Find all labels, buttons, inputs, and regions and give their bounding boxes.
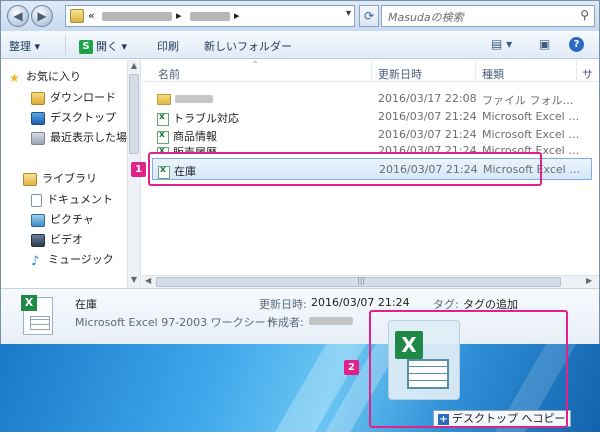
- forward-button[interactable]: ▶: [31, 5, 53, 27]
- command-bar: 整理 ▾ S 開く ▾ 印刷 新しいフォルダー ▤ ▾ ▣ ?: [1, 31, 599, 59]
- callout-badge-1: 1: [131, 162, 146, 177]
- sidebar-item-label: ピクチャ: [50, 213, 94, 226]
- file-name: トラブル対応: [173, 112, 239, 125]
- organize-button[interactable]: 整理 ▾: [9, 38, 40, 54]
- modified-date: 2016/03/07 21:24: [378, 110, 477, 123]
- path-separator-2[interactable]: ▸: [234, 9, 240, 22]
- path-segment-2[interactable]: [190, 9, 230, 22]
- sidebar-item-label: 最近表示した場所: [50, 131, 138, 144]
- address-bar-area: ◀ ▶ « ▸ ▸ ▾ ⟳ Masudaの検索 ⚲: [1, 1, 599, 31]
- folder-icon: [157, 93, 171, 105]
- address-field[interactable]: « ▸ ▸ ▾: [65, 5, 355, 27]
- sidebar-item-label: ミュージック: [48, 253, 114, 266]
- navigation-pane: ★ お気に入り ダウンロード デスクトップ 最近表示した場所 ライブラリ ドキュメ…: [1, 60, 141, 288]
- open-label: 開く ▾: [96, 40, 128, 53]
- scroll-up-icon[interactable]: ▲: [128, 61, 140, 70]
- excel-file-icon: [157, 112, 169, 126]
- sidebar-scroll-thumb[interactable]: [129, 74, 139, 154]
- scroll-right-icon[interactable]: ▶: [586, 276, 592, 285]
- back-arrow-icon: ◀: [13, 9, 23, 23]
- file-type: Microsoft Excel …: [482, 128, 580, 141]
- new-folder-button[interactable]: 新しいフォルダー: [204, 38, 292, 54]
- modified-label: 更新日時:: [259, 298, 307, 311]
- column-header-modified[interactable]: 更新日時: [378, 66, 422, 82]
- redacted-folder-name: [175, 95, 213, 103]
- details-file-name: 在庫: [75, 298, 97, 311]
- search-placeholder: Masudaの検索: [388, 11, 464, 24]
- file-type: Microsoft Excel …: [482, 110, 580, 123]
- scroll-down-icon[interactable]: ▼: [128, 275, 140, 284]
- help-icon[interactable]: ?: [569, 37, 584, 52]
- change-view-icon[interactable]: ▤ ▾: [491, 37, 512, 51]
- excel-logo-icon: X: [21, 295, 37, 311]
- history-arrow[interactable]: «: [88, 9, 95, 22]
- details-file-type: Microsoft Excel 97-2003 ワークシート: [75, 316, 277, 329]
- sheet-grid-icon: [30, 316, 50, 330]
- path-separator-1[interactable]: ▸: [176, 9, 182, 22]
- address-dropdown-icon[interactable]: ▾: [346, 8, 351, 19]
- column-header-name[interactable]: 名前: [158, 66, 180, 82]
- horizontal-scrollbar[interactable]: ◀ ||| ▶: [142, 275, 599, 288]
- path-segment-1[interactable]: [102, 9, 172, 22]
- callout-badge-2: 2: [344, 360, 359, 375]
- sort-arrow-icon: ⌃: [252, 60, 259, 69]
- sidebar-item-label: お気に入り: [26, 70, 81, 83]
- column-divider[interactable]: [475, 60, 476, 82]
- sidebar-item-label: ダウンロード: [50, 91, 116, 104]
- refresh-button[interactable]: ⟳: [359, 5, 379, 27]
- back-button[interactable]: ◀: [7, 5, 29, 27]
- sidebar-item-favorites[interactable]: ★ お気に入り: [9, 68, 135, 88]
- list-item[interactable]: 2016/03/17 22:08 ファイル フォル…: [152, 90, 592, 108]
- desktop-icon: [31, 111, 45, 125]
- refresh-icon: ⟳: [363, 9, 375, 23]
- column-divider[interactable]: [576, 60, 577, 82]
- redacted-author: [309, 317, 353, 325]
- search-icon[interactable]: ⚲: [580, 8, 589, 22]
- column-header-size[interactable]: サ: [582, 66, 593, 82]
- callout-highlight-2: [369, 310, 568, 428]
- search-input[interactable]: Masudaの検索 ⚲: [381, 5, 595, 27]
- open-button[interactable]: S 開く ▾: [79, 38, 127, 54]
- documents-icon: [31, 193, 42, 207]
- music-icon: ♪: [31, 253, 40, 269]
- download-folder-icon: [31, 91, 45, 105]
- print-button[interactable]: 印刷: [157, 38, 179, 54]
- callout-highlight-1: [148, 152, 542, 186]
- modified-date: 2016/03/17 22:08: [378, 92, 477, 105]
- modified-value: 2016/03/07 21:24: [311, 296, 410, 309]
- excel-large-icon: X: [21, 295, 53, 335]
- modified-date: 2016/03/07 21:24: [378, 128, 477, 141]
- file-type: ファイル フォル…: [482, 94, 574, 107]
- author-label: 作成者:: [267, 316, 304, 329]
- open-app-icon: S: [79, 40, 93, 54]
- recent-places-icon: [31, 131, 45, 145]
- sidebar-item-label: ドキュメント: [47, 193, 113, 206]
- sidebar-item-label: デスクトップ: [50, 111, 116, 124]
- list-item[interactable]: トラブル対応 2016/03/07 21:24 Microsoft Excel …: [152, 108, 592, 126]
- forward-arrow-icon: ▶: [37, 9, 47, 23]
- column-headers: 名前 ⌃ 更新日時 種類 サ: [142, 60, 599, 82]
- star-icon: ★: [9, 70, 20, 85]
- library-icon: [23, 172, 37, 186]
- column-divider[interactable]: [371, 60, 372, 82]
- scroll-grip-icon: |||: [357, 276, 366, 285]
- preview-pane-icon[interactable]: ▣: [539, 37, 550, 51]
- sidebar-item-label: ビデオ: [50, 233, 83, 246]
- sidebar-item-label: ライブラリ: [42, 172, 97, 185]
- scroll-left-icon[interactable]: ◀: [145, 276, 151, 285]
- horizontal-scroll-thumb[interactable]: |||: [156, 276, 561, 287]
- folder-path-icon: [70, 9, 84, 23]
- toolbar-divider: [65, 35, 66, 55]
- pictures-icon: [31, 213, 45, 227]
- column-header-type[interactable]: 種類: [482, 66, 504, 82]
- videos-icon: [31, 233, 45, 247]
